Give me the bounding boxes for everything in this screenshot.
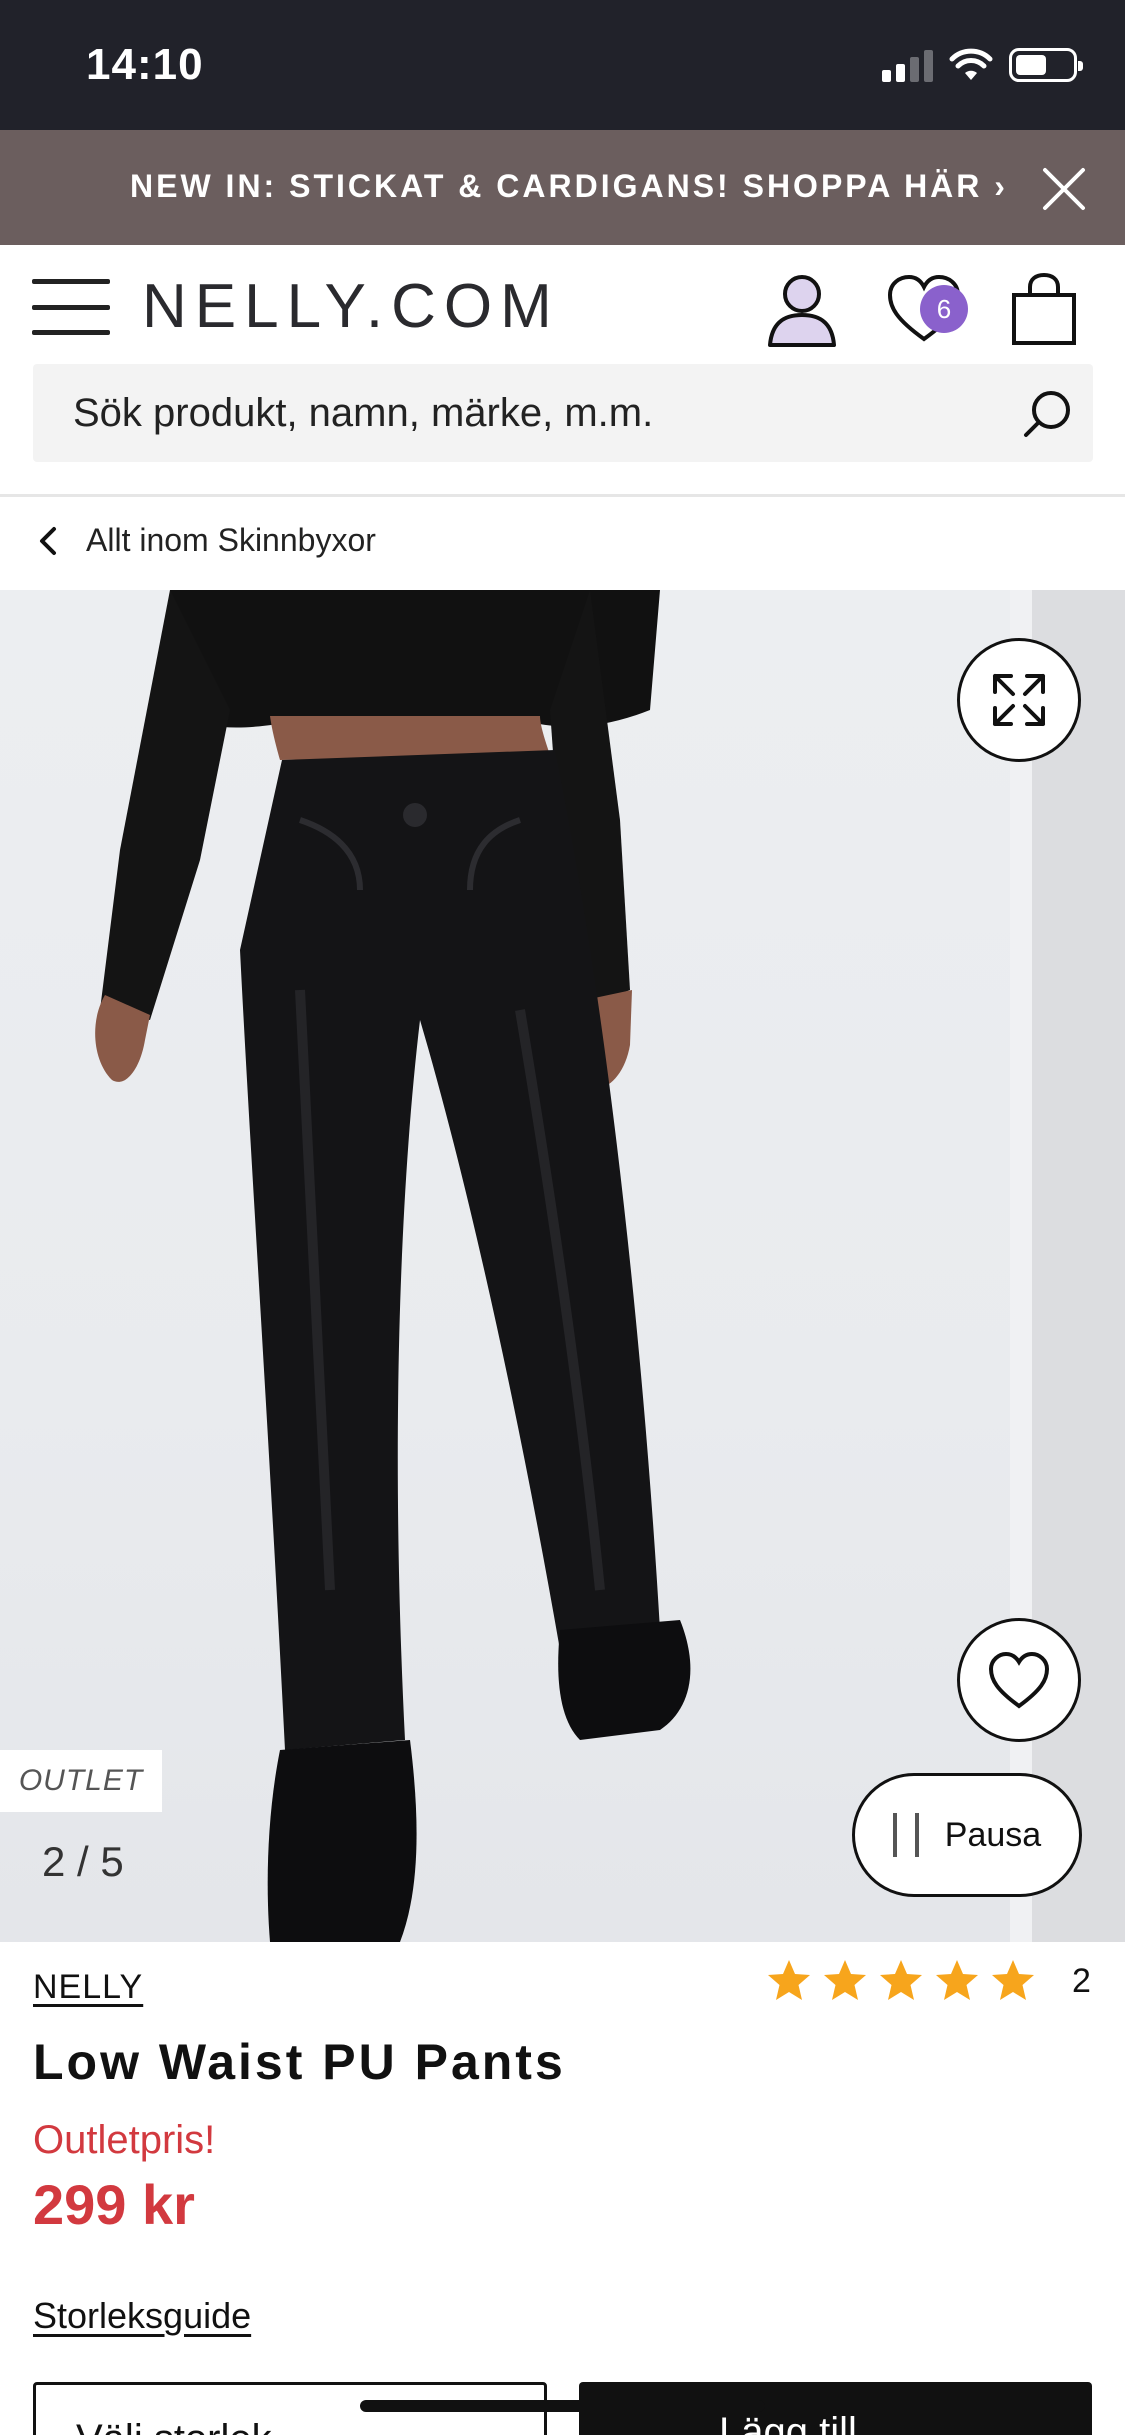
star-icon [768, 1960, 810, 2000]
search-bar [33, 364, 1093, 462]
search-icon[interactable] [1021, 388, 1073, 440]
product-image[interactable] [0, 590, 1010, 1942]
account-icon[interactable] [762, 269, 842, 349]
status-icons [882, 48, 1083, 82]
heart-icon [988, 1651, 1050, 1709]
star-icon [824, 1960, 866, 2000]
product-title: Low Waist PU Pants [33, 2034, 566, 2090]
pause-button[interactable]: Pausa [852, 1773, 1082, 1897]
pause-label: Pausa [944, 1815, 1042, 1854]
star-icon [880, 1960, 922, 2000]
product-rating[interactable]: 2 [766, 1958, 1091, 2004]
add-to-wishlist-button[interactable] [957, 1618, 1081, 1742]
chevron-left-icon [40, 526, 56, 555]
next-product-image-peek[interactable] [1032, 590, 1125, 1942]
search-input[interactable] [73, 364, 1013, 462]
wishlist-count-badge: 6 [920, 285, 968, 333]
star-icon [936, 1960, 978, 2000]
breadcrumb-label[interactable]: Allt inom Skinnbyxor [86, 522, 376, 559]
review-count[interactable]: 2 [1072, 1962, 1091, 2001]
slide-counter: 2 / 5 [42, 1838, 124, 1885]
status-bar: 14:10 [0, 0, 1125, 130]
menu-icon[interactable] [32, 279, 110, 335]
battery-icon [1009, 48, 1083, 82]
expand-image-button[interactable] [957, 638, 1081, 762]
brand-link[interactable]: NELLY [33, 1968, 143, 2007]
status-time: 14:10 [86, 40, 204, 89]
signal-icon [882, 48, 933, 82]
promo-banner[interactable]: NEW IN: STICKAT & CARDIGANS! SHOPPA HÄR … [0, 130, 1125, 245]
divider [0, 494, 1125, 497]
home-indicator [360, 2400, 765, 2412]
cart-icon[interactable] [1004, 269, 1084, 349]
breadcrumb[interactable]: Allt inom Skinnbyxor [36, 522, 376, 559]
size-guide-link[interactable]: Storleksguide [33, 2295, 251, 2337]
product-gallery[interactable]: OUTLET 2 / 5 Pausa [0, 590, 1125, 1942]
logo[interactable]: NELLY.COM [142, 271, 560, 342]
price-label: Outletpris! [33, 2118, 216, 2162]
add-to-cart-label: Lägg till [719, 2410, 857, 2435]
expand-icon [993, 674, 1045, 726]
product-photo-illustration [95, 590, 691, 1942]
product-price: 299 kr [33, 2173, 195, 2236]
outlet-badge: OUTLET [0, 1750, 162, 1812]
site-header: NELLY.COM 6 [0, 245, 1125, 365]
size-select-label: Välj storlek [76, 2417, 272, 2435]
pause-icon [892, 1813, 919, 1857]
close-icon[interactable] [1041, 166, 1087, 212]
promo-banner-text[interactable]: NEW IN: STICKAT & CARDIGANS! SHOPPA HÄR … [130, 168, 1008, 205]
wifi-icon [949, 48, 993, 80]
star-icon [992, 1960, 1034, 2000]
